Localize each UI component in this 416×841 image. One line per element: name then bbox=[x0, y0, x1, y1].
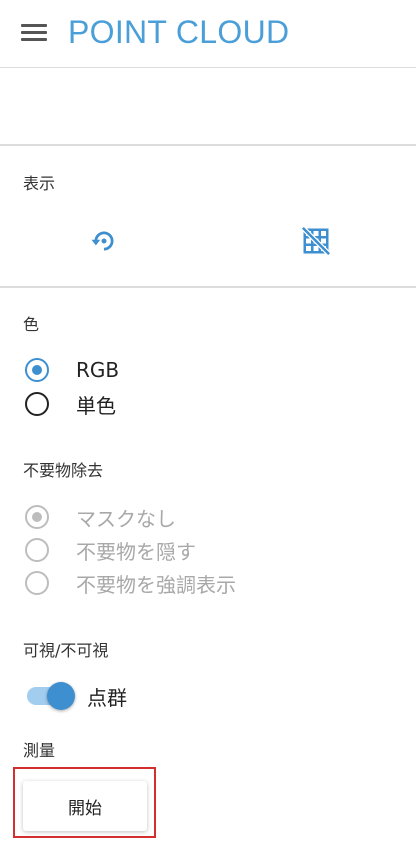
radio-button[interactable] bbox=[25, 505, 49, 529]
removal-option-hide[interactable]: 不要物を隠す bbox=[25, 535, 196, 565]
toggle-thumb bbox=[47, 682, 75, 710]
radio-button[interactable] bbox=[25, 358, 49, 382]
color-option-single[interactable]: 単色 bbox=[25, 389, 116, 419]
radio-label: 単色 bbox=[76, 393, 116, 418]
grid-toggle-button[interactable] bbox=[298, 223, 334, 259]
reset-rotation-icon bbox=[91, 231, 114, 251]
app-title: POINT CLOUD bbox=[68, 14, 290, 50]
radio-label: RGB bbox=[76, 358, 120, 382]
reset-rotation-button[interactable] bbox=[86, 223, 122, 259]
radio-button[interactable] bbox=[25, 392, 49, 416]
toggle-label: 点群 bbox=[87, 685, 127, 710]
point-cloud-visibility-row[interactable]: 点群 bbox=[25, 680, 127, 712]
hamburger-menu-icon[interactable] bbox=[21, 24, 47, 42]
removal-option-no-mask[interactable]: マスクなし bbox=[25, 502, 176, 532]
removal-option-highlight[interactable]: 不要物を強調表示 bbox=[25, 568, 236, 598]
visibility-section-label: 可視/不可視 bbox=[23, 641, 109, 660]
radio-button[interactable] bbox=[25, 571, 49, 595]
radio-label: マスクなし bbox=[76, 506, 176, 531]
radio-button[interactable] bbox=[25, 538, 49, 562]
removal-section-label: 不要物除去 bbox=[23, 461, 104, 480]
section-divider bbox=[0, 286, 416, 288]
app-header: POINT CLOUD bbox=[0, 0, 416, 68]
start-measurement-button[interactable]: 開始 bbox=[23, 781, 147, 831]
point-cloud-toggle[interactable] bbox=[25, 680, 77, 712]
color-option-rgb[interactable]: RGB bbox=[25, 355, 119, 385]
empty-panel bbox=[0, 68, 416, 146]
color-section-label: 色 bbox=[23, 315, 40, 334]
radio-label: 不要物を隠す bbox=[76, 539, 196, 564]
measurement-section-label: 測量 bbox=[23, 741, 56, 760]
grid-off-icon bbox=[301, 226, 331, 256]
display-section-label: 表示 bbox=[23, 174, 56, 193]
radio-label: 不要物を強調表示 bbox=[76, 572, 236, 597]
